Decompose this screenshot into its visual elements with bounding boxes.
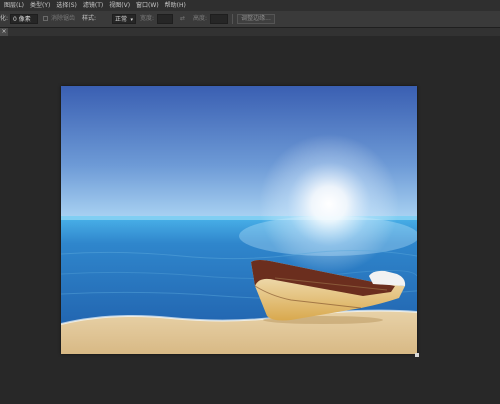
menu-help[interactable]: 帮助(H) (162, 0, 189, 11)
menu-select[interactable]: 选择(S) (53, 0, 80, 11)
anti-alias-label: 消除锯齿 (51, 15, 76, 22)
menu-window[interactable]: 窗口(W) (133, 0, 162, 11)
resize-handle[interactable] (415, 353, 419, 357)
options-bar: 化: 0 像素 消除锯齿 样式: 正常 ▾ 宽度: ⇄ 高度: 调整边缘... (0, 11, 500, 28)
feather-label: 化: (0, 15, 9, 22)
height-label: 高度: (193, 15, 208, 22)
style-label: 样式: (82, 15, 97, 22)
style-select[interactable]: 正常 ▾ (112, 14, 136, 24)
menu-filter[interactable]: 滤镜(T) (80, 0, 106, 11)
toolbar-divider (232, 14, 233, 24)
document-tab-bar: × (0, 28, 500, 36)
height-input[interactable] (210, 14, 228, 24)
menu-layer[interactable]: 图层(L) (0, 0, 27, 11)
menu-type[interactable]: 类型(Y) (27, 0, 53, 11)
swap-icon[interactable]: ⇄ (180, 11, 185, 27)
sun-glow (61, 86, 417, 286)
width-label: 宽度: (140, 15, 155, 22)
menu-view[interactable]: 视图(V) (106, 0, 133, 11)
anti-alias-checkbox[interactable] (43, 16, 48, 21)
chevron-down-icon: ▾ (130, 17, 133, 23)
refine-edge-button[interactable]: 调整边缘... (237, 14, 275, 24)
close-tab-icon[interactable]: × (0, 28, 8, 36)
beach-boat-image (61, 86, 417, 354)
menu-bar: 图层(L) 类型(Y) 选择(S) 滤镜(T) 视图(V) 窗口(W) 帮助(H… (0, 0, 500, 11)
width-input[interactable] (157, 14, 173, 24)
document-canvas[interactable] (61, 86, 417, 354)
feather-input[interactable]: 0 像素 (10, 14, 38, 24)
style-value: 正常 (115, 16, 128, 23)
